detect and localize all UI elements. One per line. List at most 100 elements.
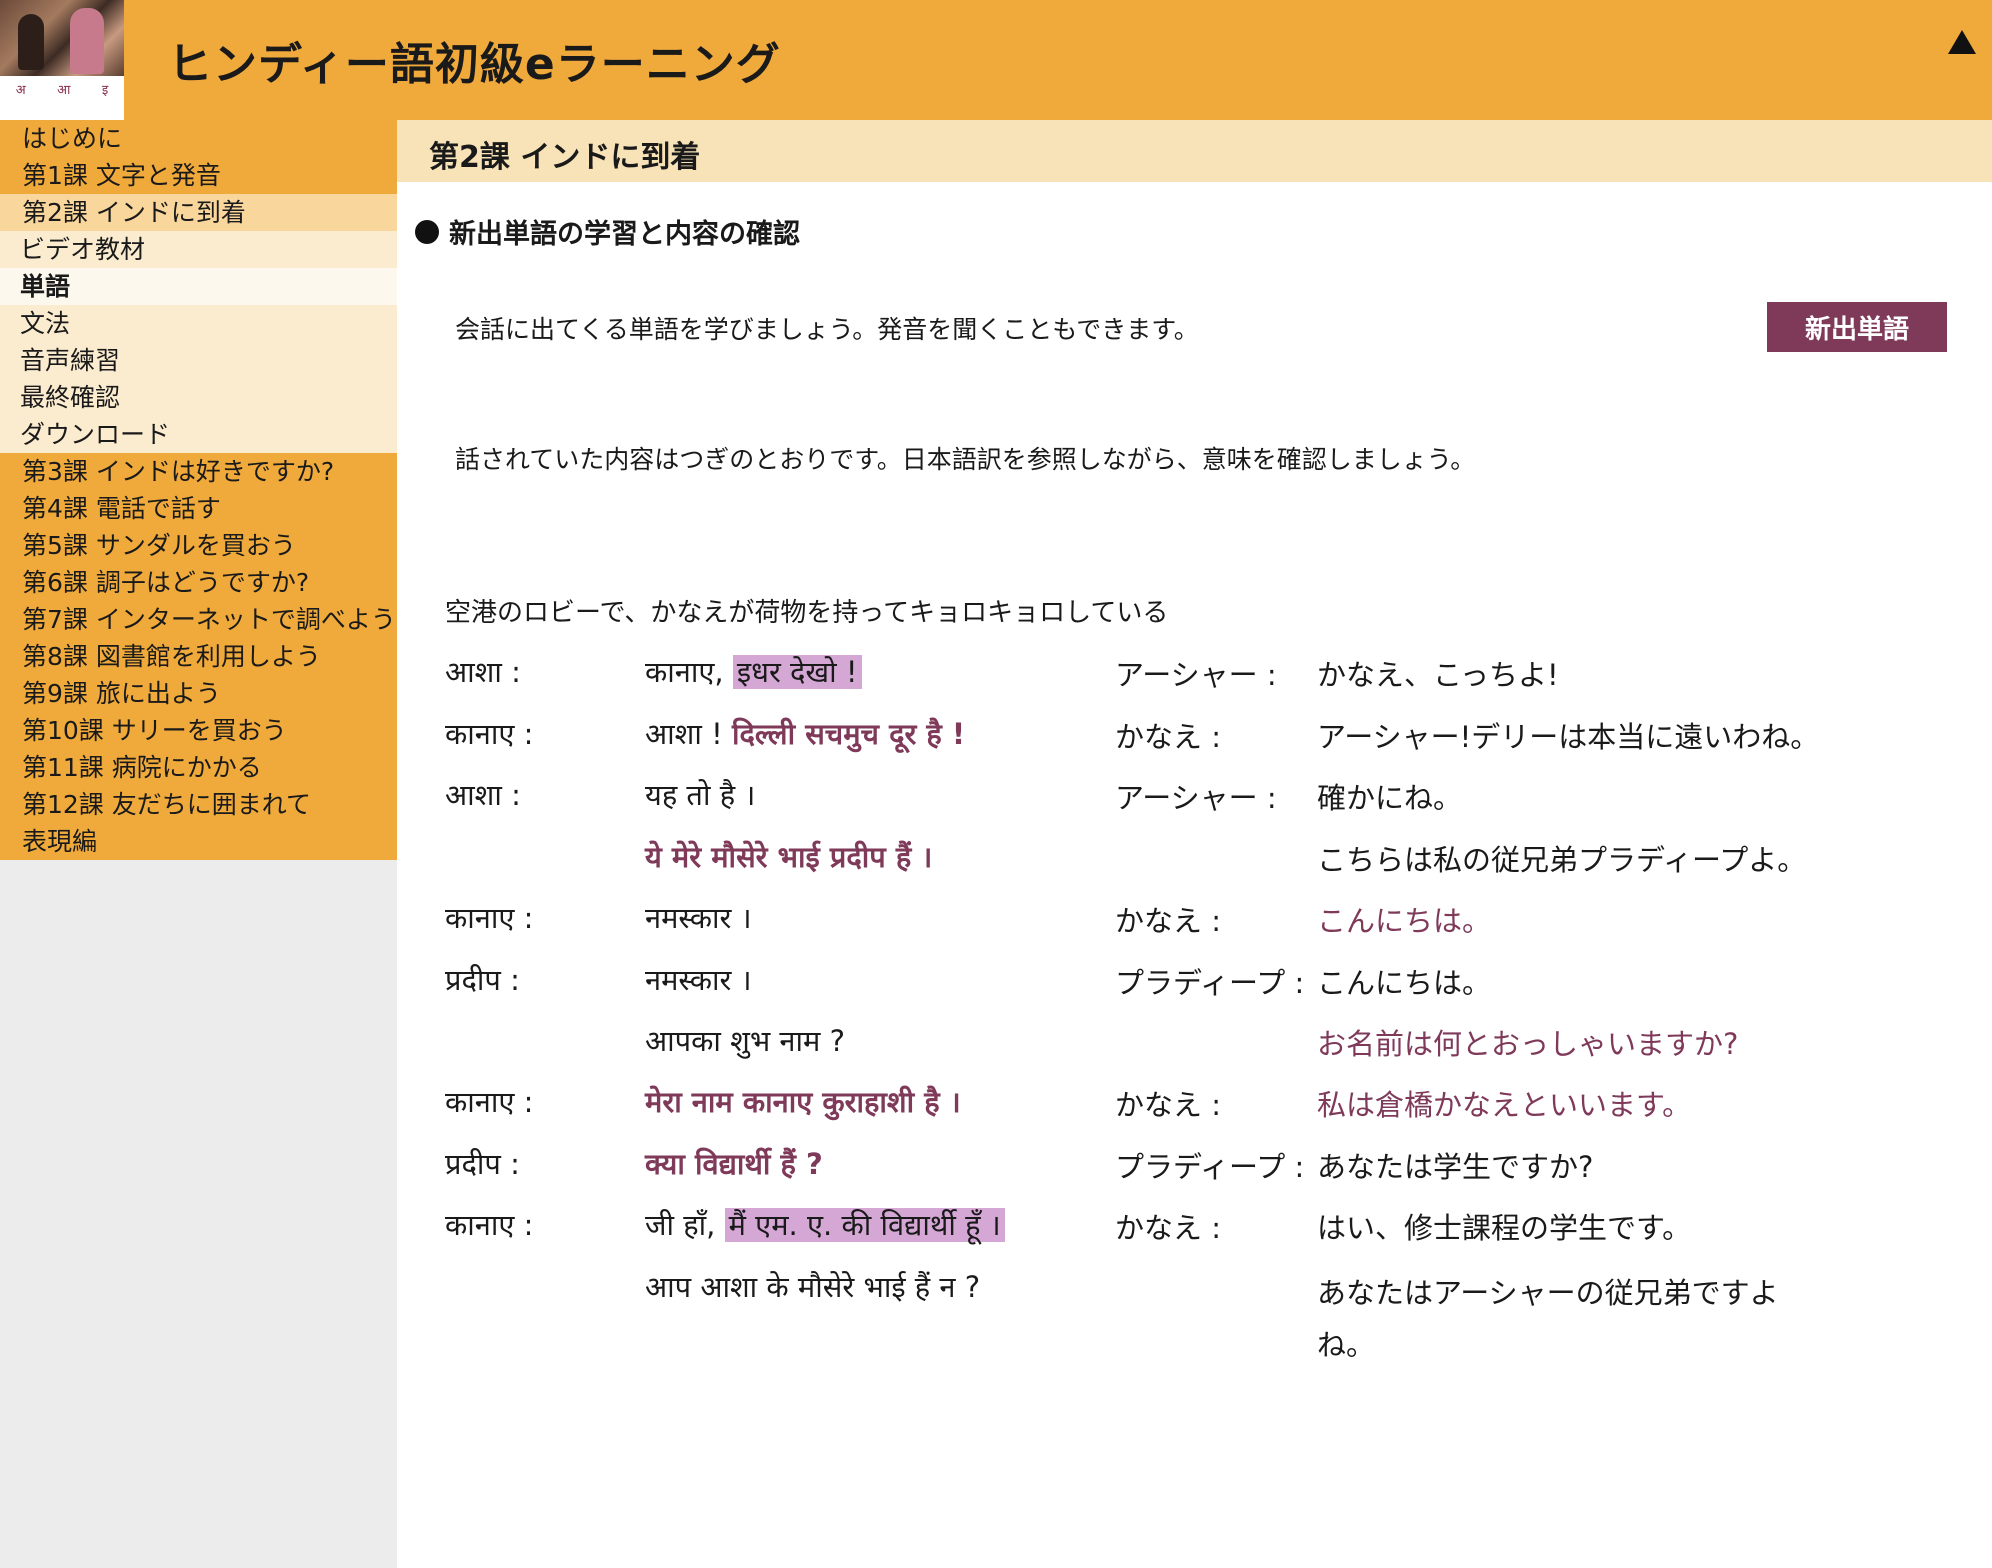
sidebar-nav: はじめに 第1課 文字と発音 第2課 インドに到着 ビデオ教材 単語 文法 音声…	[0, 120, 397, 860]
speaker-hindi: कानाए :	[445, 1208, 534, 1242]
logo-figure-left	[18, 14, 44, 70]
japanese-translation: あなたは学生ですか?	[1317, 1144, 1593, 1186]
sidebar-item-final-check[interactable]: 最終確認	[0, 379, 397, 416]
speaker-japanese: かなえ :	[1115, 720, 1221, 754]
hindi-text: जी हाँ,	[645, 1208, 725, 1242]
hindi-sentence: क्या विद्यार्थी हैं ?	[645, 1144, 823, 1183]
hindi-text: नमस्कार ।	[645, 901, 752, 935]
japanese-translation: こんにちは。	[1317, 898, 1491, 940]
japanese-key-phrase: 私は倉橋かなえといいます。	[1317, 1088, 1692, 1122]
logo-letter: अ	[15, 83, 26, 98]
sidebar-item-lesson-10[interactable]: 第10課 サリーを買おう	[0, 712, 397, 749]
sidebar-item-lesson-8[interactable]: 第8課 図書館を利用しよう	[0, 638, 397, 675]
speaker-hindi: आशा :	[445, 655, 521, 689]
hindi-text: नमस्कार ।	[645, 963, 752, 997]
sidebar-item-audio-practice[interactable]: 音声練習	[0, 342, 397, 379]
hindi-key-phrase: मेरा नाम कानाए कुराहाशी है ।	[645, 1085, 961, 1119]
sidebar-item-lesson-4[interactable]: 第4課 電話で話す	[0, 490, 397, 527]
sidebar-item-vocabulary[interactable]: 単語	[0, 268, 397, 305]
hindi-key-phrase: दिल्ली सचमुच दूर है !	[731, 717, 966, 751]
speaker-japanese: プラディープ :	[1115, 966, 1305, 1000]
lesson-title-bar: 第2課 インドに到着	[397, 120, 1992, 182]
sidebar-item-lesson-9[interactable]: 第9課 旅に出よう	[0, 675, 397, 712]
sidebar-item-lesson-11[interactable]: 第11課 病院にかかる	[0, 749, 397, 786]
hindi-sentence: आशा ! दिल्ली सचमुच दूर है !	[645, 714, 965, 753]
sidebar-item-lesson-2[interactable]: 第2課 インドに到着	[0, 194, 397, 231]
dialogue-line: कानाए : नमस्कार । かなえ : こんにちは。	[397, 898, 1992, 958]
japanese-translation: アーシャー!デリーは本当に遠いわね。	[1317, 714, 1819, 756]
dialogue-line: आशा : यह तो है । アーシャー : 確かにね。	[397, 775, 1992, 835]
speaker-hindi: कानाए :	[445, 901, 534, 935]
japanese-text: あなたはアーシャーの従兄弟ですよ	[1317, 1276, 1779, 1310]
speaker-japanese: アーシャー :	[1115, 781, 1277, 815]
japanese-text: あなたは学生ですか?	[1317, 1150, 1594, 1184]
confirm-text: 話されていた内容はつぎのとおりです。日本語訳を参照しながら、意味を確認しましょう…	[455, 445, 1476, 474]
japanese-translation: こんにちは。	[1317, 960, 1491, 1002]
japanese-translation: かなえ、こっちよ!	[1317, 652, 1559, 694]
japanese-text: 確かにね。	[1317, 781, 1463, 815]
hindi-sentence: जी हाँ, मैं एम. ए. की विद्यार्थी हूँ ।	[645, 1205, 1005, 1244]
section-heading-text: 新出単語の学習と内容の確認	[449, 219, 800, 250]
hindi-sentence: मेरा नाम कानाए कुराहाशी है ।	[645, 1082, 961, 1121]
sidebar: はじめに 第1課 文字と発音 第2課 インドに到着 ビデオ教材 単語 文法 音声…	[0, 120, 397, 1568]
japanese-text: こんにちは。	[1317, 966, 1492, 1000]
dialogue-line: आशा : कानाए, इधर देखो ! アーシャー : かなえ、こっちよ!	[397, 652, 1992, 712]
sidebar-item-lesson-3[interactable]: 第3課 インドは好きですか?	[0, 453, 397, 490]
hindi-sentence: कानाए, इधर देखो !	[645, 652, 862, 691]
app-logo[interactable]: अ आ इ	[0, 0, 124, 120]
hindi-key-phrase: ये मेरे मौसेरे भाई प्रदीप हैं ।	[645, 840, 933, 874]
speaker-hindi: आशा :	[445, 778, 521, 812]
hindi-text: यह तो है ।	[645, 778, 756, 812]
intro-text: 会話に出てくる単語を学びましょう。発音を聞くこともできます。	[455, 315, 1199, 344]
dialogue-line: ये मेरे मौसेरे भाई प्रदीप हैं । こちらは私の従兄弟…	[397, 837, 1992, 897]
sidebar-item-introduction[interactable]: はじめに	[0, 120, 397, 157]
dialogue-line: आपका शुभ नाम ? お名前は何とおっしゃいますか?	[397, 1021, 1992, 1081]
hindi-sentence: यह तो है ।	[645, 775, 755, 814]
hindi-sentence: आप आशा के मौसेरे भाई हैं न ?	[645, 1267, 980, 1306]
sidebar-item-video[interactable]: ビデオ教材	[0, 231, 397, 268]
hindi-highlight: मैं एम. ए. की विद्यार्थी हूँ ।	[724, 1208, 1005, 1242]
hindi-highlight: इधर देखो !	[732, 655, 862, 689]
sidebar-item-lesson-5[interactable]: 第5課 サンダルを買おう	[0, 527, 397, 564]
japanese-text-cont: ね。	[1317, 1328, 1376, 1362]
sidebar-item-lesson-12[interactable]: 第12課 友だちに囲まれて	[0, 786, 397, 823]
speaker-japanese: かなえ :	[1115, 904, 1221, 938]
logo-figure-right	[70, 8, 104, 74]
hindi-text: आशा !	[645, 717, 732, 751]
new-words-button[interactable]: 新出単語	[1767, 302, 1947, 352]
section-heading: 新出単語の学習と内容の確認	[415, 212, 800, 251]
japanese-translation: あなたはアーシャーの従兄弟ですよ ね。	[1317, 1267, 1779, 1371]
logo-letter: इ	[101, 83, 109, 98]
sidebar-item-expressions[interactable]: 表現編	[0, 823, 397, 860]
speaker-hindi: कानाए :	[445, 1085, 534, 1119]
japanese-text: はい、修士課程の学生です。	[1317, 1211, 1692, 1245]
dialogue-line: प्रदीप : नमस्कार । プラディープ : こんにちは。	[397, 960, 1992, 1020]
hindi-sentence: नमस्कार ।	[645, 898, 752, 937]
scroll-top-icon[interactable]	[1948, 30, 1976, 54]
speaker-japanese: かなえ :	[1115, 1088, 1221, 1122]
app-title: ヒンディー語初級eラーニング	[168, 39, 781, 90]
hindi-text: आप आशा के मौसेरे भाई हैं न ?	[645, 1270, 981, 1304]
sidebar-item-lesson-7[interactable]: 第7課 インターネットで調べよう	[0, 601, 397, 638]
japanese-translation: こちらは私の従兄弟プラディープよ。	[1317, 837, 1806, 879]
sidebar-item-lesson-6[interactable]: 第6課 調子はどうですか?	[0, 564, 397, 601]
japanese-translation: お名前は何とおっしゃいますか?	[1317, 1021, 1738, 1063]
sidebar-item-lesson-1[interactable]: 第1課 文字と発音	[0, 157, 397, 194]
speaker-hindi: प्रदीप :	[445, 963, 520, 997]
japanese-text: アーシャー!デリーは本当に遠いわね。	[1317, 720, 1820, 754]
japanese-translation: はい、修士課程の学生です。	[1317, 1205, 1691, 1247]
speaker-hindi: प्रदीप :	[445, 1147, 520, 1181]
speaker-hindi: कानाए :	[445, 717, 534, 751]
speaker-japanese: プラディープ :	[1115, 1150, 1305, 1184]
hindi-text: आपका शुभ नाम ?	[645, 1024, 845, 1058]
bullet-icon	[415, 219, 439, 244]
logo-letter: आ	[57, 83, 71, 98]
app-header: अ आ इ ヒンディー語初級eラーニング	[0, 0, 1992, 120]
dialogue-line: प्रदीप : क्या विद्यार्थी हैं ? プラディープ : あなた…	[397, 1144, 1992, 1204]
sidebar-item-download[interactable]: ダウンロード	[0, 416, 397, 453]
dialogue-line: कानाए : आशा ! दिल्ली सचमुच दूर है ! かなえ : ア…	[397, 714, 1992, 774]
japanese-key-phrase: お名前は何とおっしゃいますか?	[1317, 1027, 1739, 1061]
sidebar-item-grammar[interactable]: 文法	[0, 305, 397, 342]
japanese-translation: 私は倉橋かなえといいます。	[1317, 1082, 1691, 1124]
hindi-text: कानाए,	[645, 655, 733, 689]
